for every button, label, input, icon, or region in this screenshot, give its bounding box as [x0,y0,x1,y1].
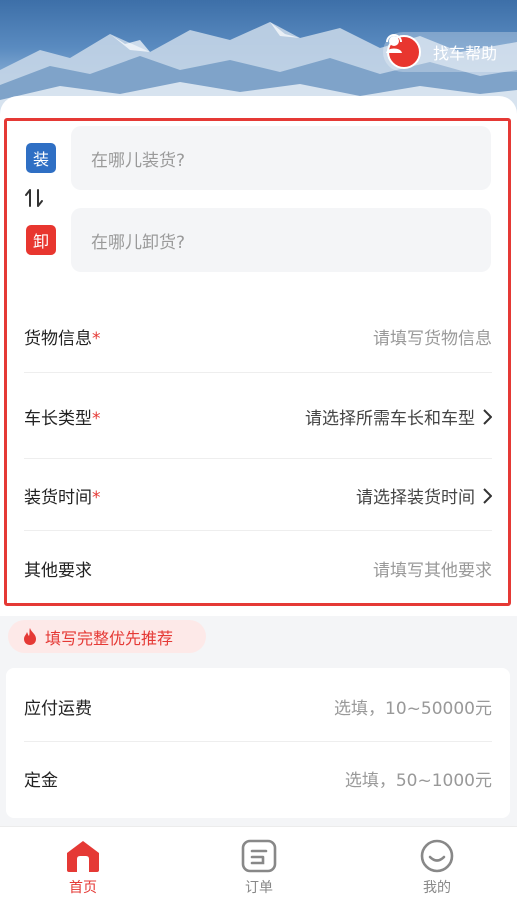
loading-time-row[interactable]: 装货时间* 请选择装货时间 [24,483,492,508]
vehicle-type-row[interactable]: 车长类型* 请选择所需车长和车型 [24,404,492,429]
deposit-value: 选填，50~1000元 [344,771,492,791]
load-badge-text: 装 [32,150,49,169]
order-icon [241,839,277,873]
vehicle-type-label: 车长类型* [24,409,101,429]
tab-me[interactable]: 我的 [397,839,477,897]
vehicle-type-value: 请选择所需车长和车型 [305,404,492,429]
unload-badge-text: 卸 [32,232,49,251]
flame-icon [24,628,36,645]
home-icon [67,841,99,872]
divider [24,458,492,459]
freight-label: 应付运费 [24,699,92,719]
cargo-info-row[interactable]: 货物信息* 请填写货物信息 [24,324,492,349]
deposit-label: 定金 [24,771,58,791]
other-requirements-label: 其他要求 [24,561,92,581]
bottom-tab-bar: 首页 订单 我的 [0,826,517,898]
unload-address-input[interactable]: 在哪儿卸货? [71,208,491,272]
divider [24,530,492,531]
completion-tip-text: 填写完整优先推荐 [45,628,174,648]
freight-row[interactable]: 应付运费 选填，10~50000元 [24,694,492,719]
load-address-placeholder: 在哪儿装货? [91,150,186,171]
cargo-info-label: 货物信息* [24,329,101,349]
loading-time-value: 请选择装货时间 [356,483,492,508]
other-requirements-row[interactable]: 其他要求 请填写其他要求 [24,556,492,581]
tab-home-label: 首页 [69,880,97,896]
tab-orders[interactable]: 订单 [219,839,299,897]
unload-address-placeholder: 在哪儿卸货? [91,232,186,253]
chevron-right-icon [483,408,492,425]
swap-icon[interactable] [23,186,45,210]
tab-orders-label: 订单 [245,880,273,896]
tab-me-label: 我的 [423,880,451,896]
divider [24,372,492,373]
load-address-input[interactable]: 在哪儿装货? [71,126,491,190]
loading-time-label: 装货时间* [24,488,101,508]
customer-service-icon [386,34,421,69]
unload-badge: 卸 [26,225,56,255]
divider [24,741,492,742]
load-badge: 装 [26,143,56,173]
completion-tip-chip: 填写完整优先推荐 [8,620,206,653]
find-car-help-label: 找车帮助 [433,44,498,63]
tab-home[interactable]: 首页 [43,839,123,897]
smile-icon [420,839,454,873]
cargo-info-value: 请填写货物信息 [373,329,492,349]
fee-card [6,668,510,818]
chevron-right-icon [483,487,492,504]
find-car-help-button[interactable]: 找车帮助 [383,32,517,72]
other-requirements-value: 请填写其他要求 [373,561,492,581]
deposit-row[interactable]: 定金 选填，50~1000元 [24,766,492,791]
freight-value: 选填，10~50000元 [334,699,492,719]
